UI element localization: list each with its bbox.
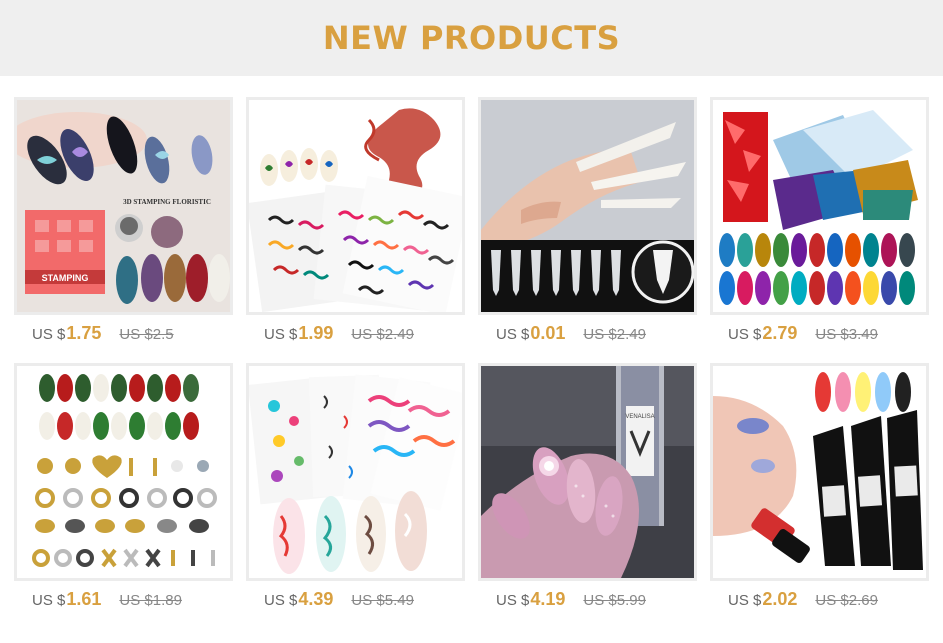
product-card[interactable]: US $ 1.99 US $2.49 [246,97,465,363]
price-row: US $ 0.01 US $2.49 [496,323,706,347]
original-price: US $5.99 [583,592,646,609]
original-price: US $2.69 [815,592,878,609]
current-price: 1.75 [66,323,102,343]
original-price: US $1.89 [119,592,182,609]
current-price: 0.01 [530,323,566,343]
price-row: US $ 1.99 US $2.49 [264,323,474,347]
original-price: US $2.49 [583,326,646,343]
section-header: NEW PRODUCTS [0,0,943,76]
bottle-label: VENALISA [625,414,654,420]
price-row: US $ 4.39 US $5.49 [264,589,474,613]
product-image[interactable]: STAMPING 3D STAMPING FLORISTIC [14,97,233,315]
product-image[interactable] [246,97,465,315]
product-grid: STAMPING 3D STAMPING FLORISTIC US $ 1.75… [14,97,930,637]
product-card[interactable]: VENALISA US $ 4.19 US $5.99 [478,363,697,629]
original-price: US $2.5 [119,326,174,343]
section-title: NEW PRODUCTS [322,19,621,57]
price-row: US $ 1.75 US $2.5 [32,323,242,347]
product-image[interactable]: VENALISA [478,363,697,581]
original-price: US $2.49 [351,326,414,343]
product-image[interactable] [246,363,465,581]
product-image[interactable] [710,97,929,315]
price-row: US $ 1.61 US $1.89 [32,589,242,613]
product-image[interactable] [14,363,233,581]
product-card[interactable]: US $ 0.01 US $2.49 [478,97,697,363]
price-row: US $ 2.02 US $2.69 [728,589,938,613]
product-card[interactable]: STAMPING 3D STAMPING FLORISTIC US $ 1.75… [14,97,233,363]
currency-label: US $ [728,592,762,609]
packaging-label: 3D STAMPING FLORISTIC [123,198,211,206]
current-price: 4.19 [530,589,566,609]
currency-label: US $ [728,326,762,343]
currency-label: US $ [496,592,530,609]
price-row: US $ 2.79 US $3.49 [728,323,938,347]
currency-label: US $ [264,592,298,609]
original-price: US $5.49 [351,592,414,609]
stamping-label: STAMPING [42,273,89,283]
product-card[interactable]: US $ 4.39 US $5.49 [246,363,465,629]
price-row: US $ 4.19 US $5.99 [496,589,706,613]
current-price: 2.79 [762,323,798,343]
currency-label: US $ [32,592,66,609]
original-price: US $3.49 [815,326,878,343]
currency-label: US $ [496,326,530,343]
product-card[interactable]: US $ 2.79 US $3.49 [710,97,929,363]
currency-label: US $ [264,326,298,343]
current-price: 2.02 [762,589,798,609]
product-card[interactable]: US $ 1.61 US $1.89 [14,363,233,629]
current-price: 1.99 [298,323,334,343]
product-card[interactable]: US $ 2.02 US $2.69 [710,363,929,629]
current-price: 4.39 [298,589,334,609]
product-image[interactable] [478,97,697,315]
current-price: 1.61 [66,589,102,609]
product-image[interactable] [710,363,929,581]
currency-label: US $ [32,326,66,343]
